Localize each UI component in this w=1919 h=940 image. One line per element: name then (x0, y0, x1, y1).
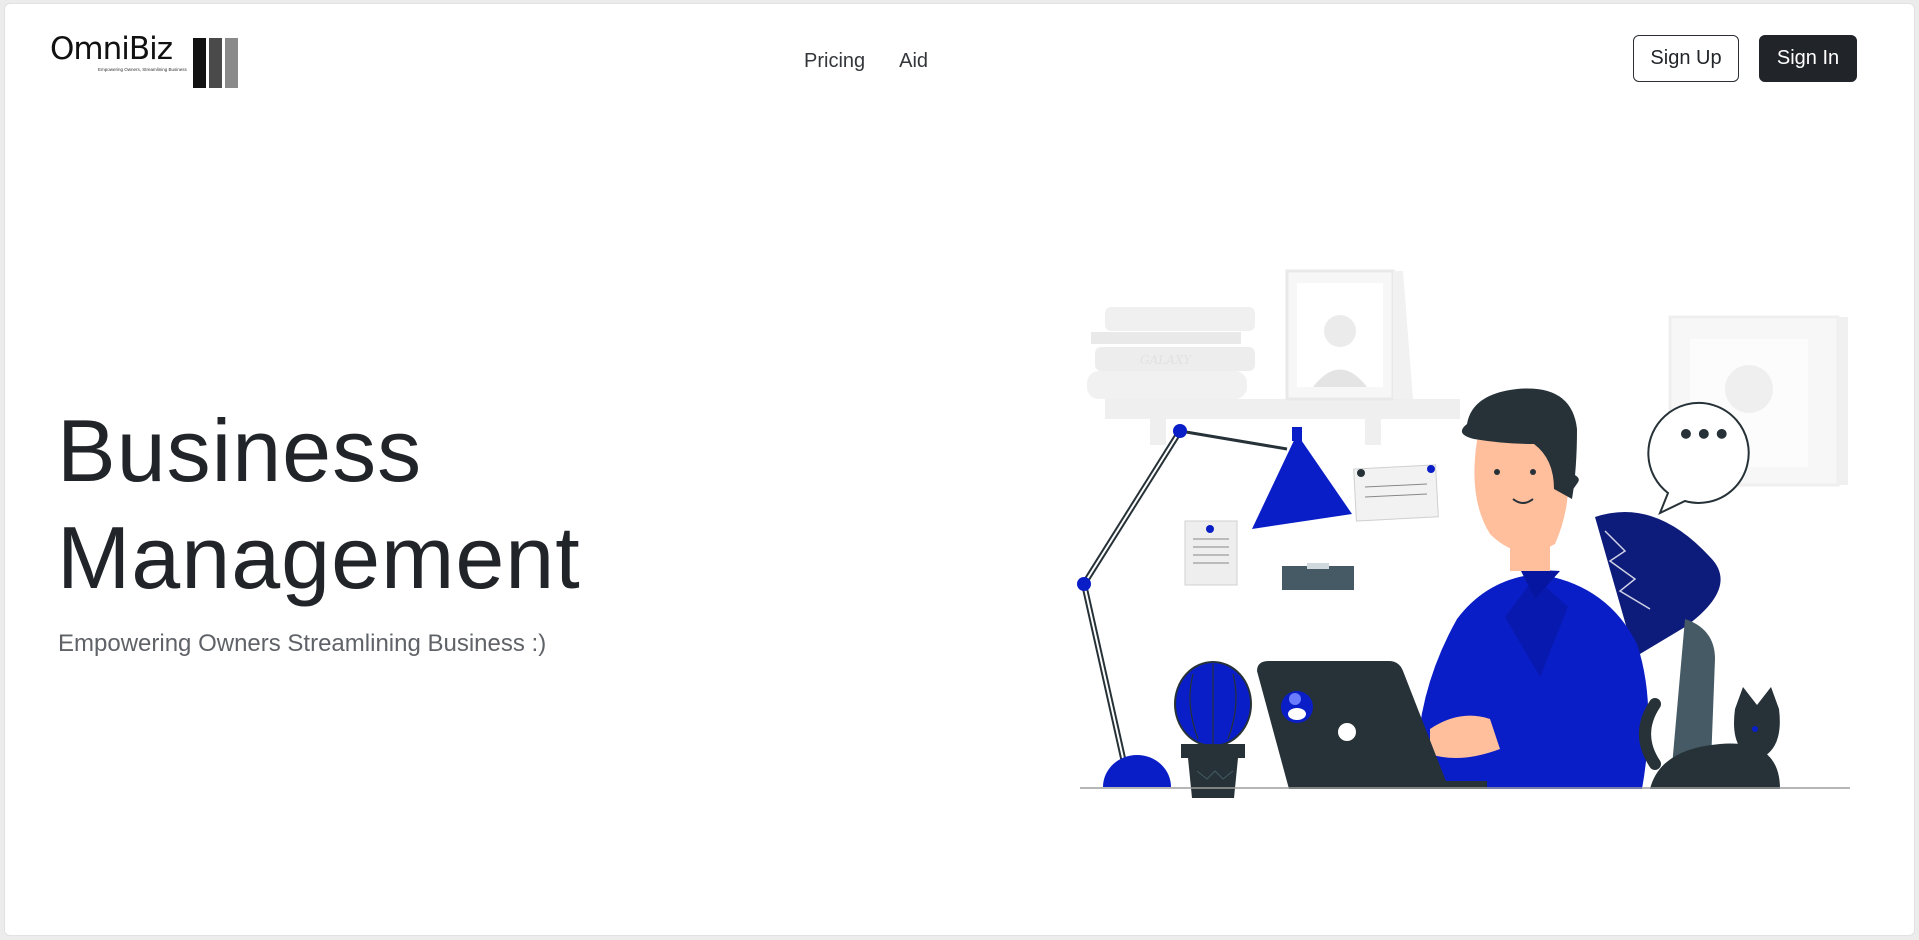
logo-bar-1 (192, 38, 206, 88)
logo[interactable]: OmniBiz Empowering Owners, Streamlining … (50, 34, 241, 88)
speech-bubble-illustration: ••• (1647, 401, 1750, 516)
hero-title-line-1: Business (57, 401, 423, 500)
person-illustration (1416, 388, 1649, 789)
logo-tagline: Empowering Owners, Streamlining Business (98, 67, 187, 72)
logo-text: OmniBiz Empowering Owners, Streamlining … (50, 31, 187, 73)
book-label: GALAXY (1140, 353, 1192, 367)
page-frame: OmniBiz Empowering Owners, Streamlining … (4, 3, 1915, 936)
speech-bubble-text: ••• (1677, 418, 1731, 451)
sign-up-button[interactable]: Sign Up (1633, 35, 1739, 82)
main-nav: Pricing Aid (804, 50, 928, 73)
logo-bars-icon (192, 38, 241, 88)
cactus-plant-illustration (1174, 661, 1252, 798)
hero-title: Business Management (57, 397, 581, 611)
office-worker-illustration: GALAXY ••• (1077, 269, 1850, 798)
nav-link-pricing[interactable]: Pricing (804, 50, 865, 73)
hero-subtitle: Empowering Owners Streamlining Business … (58, 630, 547, 657)
nav-link-aid[interactable]: Aid (899, 50, 928, 73)
logo-bar-3 (224, 38, 238, 88)
sign-in-button[interactable]: Sign In (1759, 35, 1857, 82)
shelf-books-illustration: GALAXY (1087, 269, 1460, 445)
logo-wordmark: OmniBiz (50, 31, 173, 67)
hero-title-line-2: Management (57, 508, 581, 607)
logo-bar-2 (208, 38, 222, 88)
